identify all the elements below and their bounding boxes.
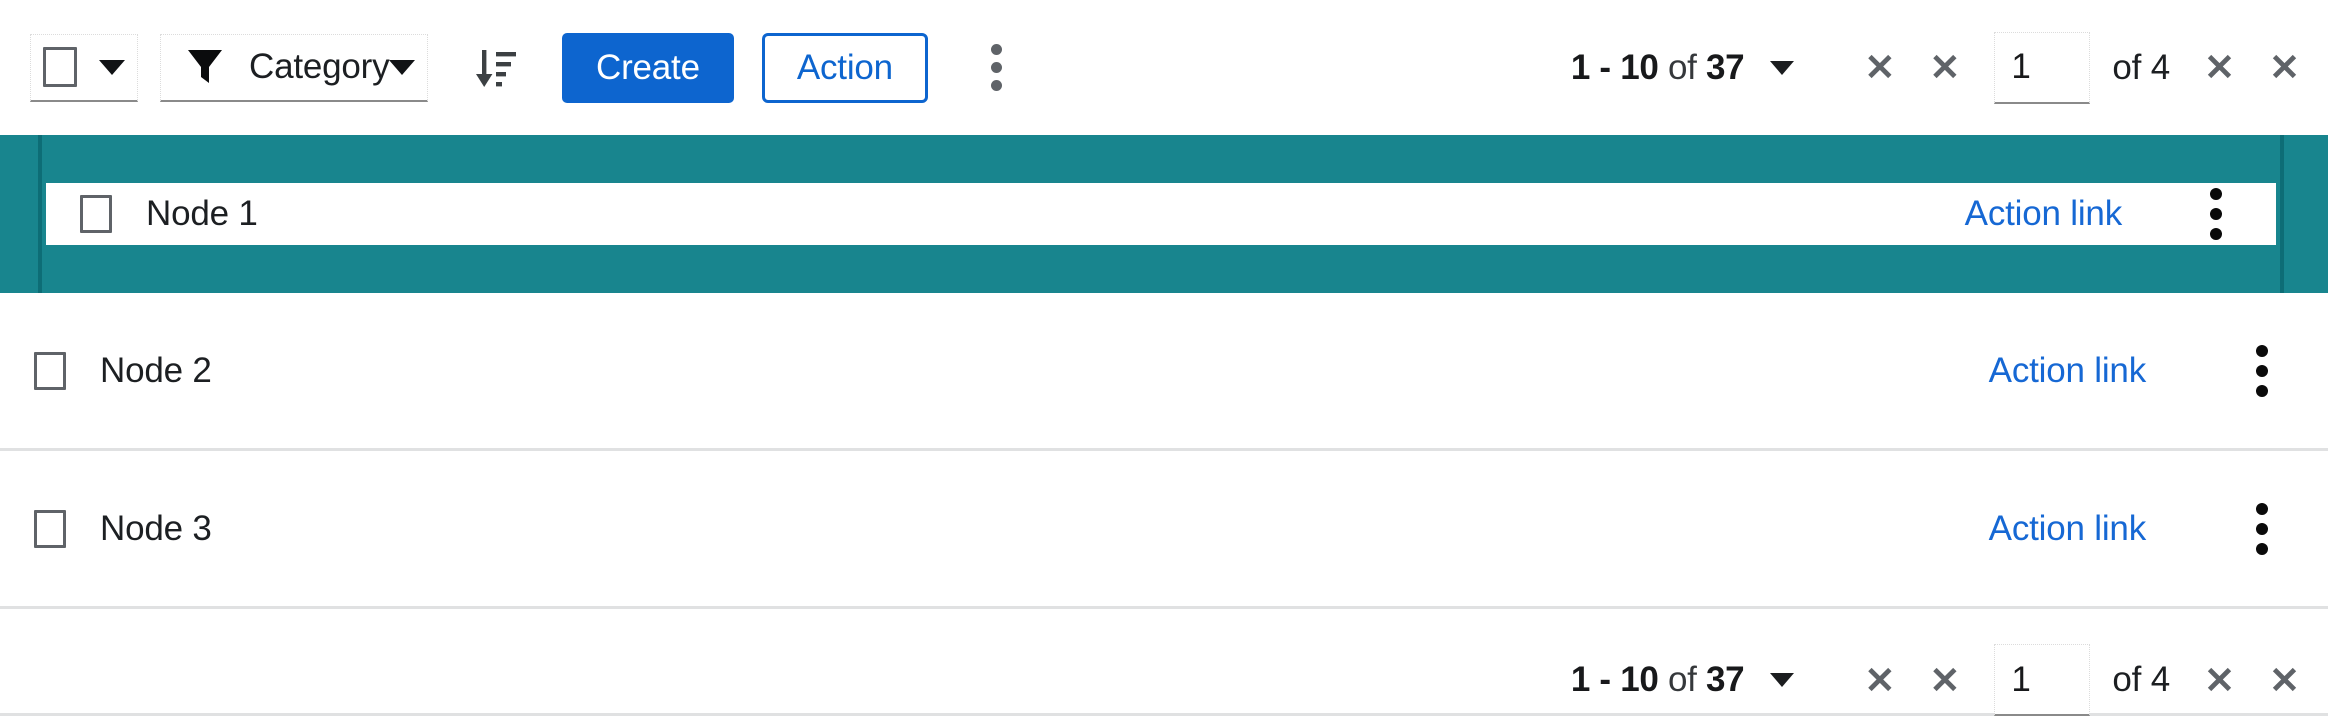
data-table-page: Category Create Action — [0, 0, 2328, 716]
row-checkbox-cell[interactable] — [0, 352, 96, 390]
first-page-button[interactable]: ✕ — [1864, 662, 1895, 699]
next-page-button[interactable]: ✕ — [2204, 49, 2235, 86]
row-checkbox-cell[interactable] — [46, 195, 142, 233]
table-row[interactable]: Node 1 Action link — [0, 135, 2328, 293]
row-overflow-kebab-button[interactable] — [2224, 491, 2300, 567]
page-number-input[interactable] — [1994, 32, 2090, 104]
kebab-dot — [2256, 543, 2268, 555]
sort-descending-button[interactable] — [452, 25, 538, 111]
drag-gutter-right[interactable] — [2280, 135, 2328, 293]
kebab-dot — [2210, 188, 2222, 200]
table-row[interactable]: Node 2 Action link — [0, 293, 2328, 451]
row-name-label: Node 2 — [96, 351, 212, 391]
checkbox-unchecked-icon[interactable] — [80, 195, 112, 233]
category-filter-dropdown[interactable]: Category — [160, 34, 428, 102]
row-action-link[interactable]: Action link — [1989, 509, 2146, 549]
pagination-top: 1 - 10 of 37 ✕ ✕ of 4 ✕ ✕ — [1571, 32, 2300, 104]
pagination-bottom: 1 - 10 of 37 ✕ ✕ of 4 ✕ ✕ — [1571, 644, 2300, 716]
checkbox-unchecked-icon[interactable] — [34, 352, 66, 390]
last-page-button[interactable]: ✕ — [2269, 49, 2300, 86]
kebab-dot — [2210, 228, 2222, 240]
toolbar-overflow-kebab-button[interactable] — [954, 25, 1040, 111]
page-total-label-bottom: of 4 — [2112, 660, 2170, 700]
row-overflow-kebab-button[interactable] — [2178, 184, 2254, 244]
kebab-dot — [2256, 503, 2268, 515]
table-footer: 1 - 10 of 37 ✕ ✕ of 4 ✕ ✕ — [0, 609, 2328, 716]
checkbox-unchecked-icon[interactable] — [34, 510, 66, 548]
kebab-dot — [2256, 385, 2268, 397]
previous-page-button[interactable]: ✕ — [1929, 49, 1960, 86]
funnel-filter-icon — [187, 48, 223, 86]
select-all-control[interactable] — [30, 34, 138, 102]
page-size-chevron-down-icon[interactable] — [1770, 61, 1794, 75]
pagination-range-bottom: 1 - 10 of 37 — [1571, 660, 1745, 700]
next-page-button[interactable]: ✕ — [2204, 662, 2235, 699]
page-total-label-top: of 4 — [2112, 48, 2170, 88]
previous-page-button[interactable]: ✕ — [1929, 662, 1960, 699]
kebab-dot — [991, 44, 1002, 55]
row-name-label: Node 1 — [142, 194, 258, 234]
page-number-input[interactable] — [1994, 644, 2090, 716]
create-button[interactable]: Create — [562, 33, 734, 103]
kebab-dot — [2256, 345, 2268, 357]
table-body: Node 1 Action link Node 2 Action link — [0, 135, 2328, 609]
kebab-dot — [991, 80, 1002, 91]
kebab-dot — [2256, 365, 2268, 377]
table-row-content[interactable]: Node 1 Action link — [46, 183, 2276, 245]
drag-gutter-left[interactable] — [0, 135, 42, 293]
pagination-range-top: 1 - 10 of 37 — [1571, 48, 1745, 88]
first-page-button[interactable]: ✕ — [1864, 49, 1895, 86]
category-filter-label: Category — [249, 47, 389, 87]
chevron-down-icon[interactable] — [389, 60, 415, 75]
chevron-down-icon[interactable] — [99, 60, 125, 75]
sort-descending-icon — [472, 45, 518, 91]
kebab-dot — [991, 62, 1002, 73]
table-toolbar: Category Create Action — [0, 0, 2328, 135]
action-button[interactable]: Action — [762, 33, 928, 103]
row-action-link[interactable]: Action link — [1965, 194, 2122, 234]
kebab-dot — [2256, 523, 2268, 535]
row-checkbox-cell[interactable] — [0, 510, 96, 548]
kebab-dot — [2210, 208, 2222, 220]
row-action-link[interactable]: Action link — [1989, 351, 2146, 391]
checkbox-unchecked-icon[interactable] — [43, 47, 77, 87]
last-page-button[interactable]: ✕ — [2269, 662, 2300, 699]
page-size-chevron-down-icon[interactable] — [1770, 673, 1794, 687]
row-overflow-kebab-button[interactable] — [2224, 333, 2300, 409]
table-row[interactable]: Node 3 Action link — [0, 451, 2328, 609]
row-name-label: Node 3 — [96, 509, 212, 549]
